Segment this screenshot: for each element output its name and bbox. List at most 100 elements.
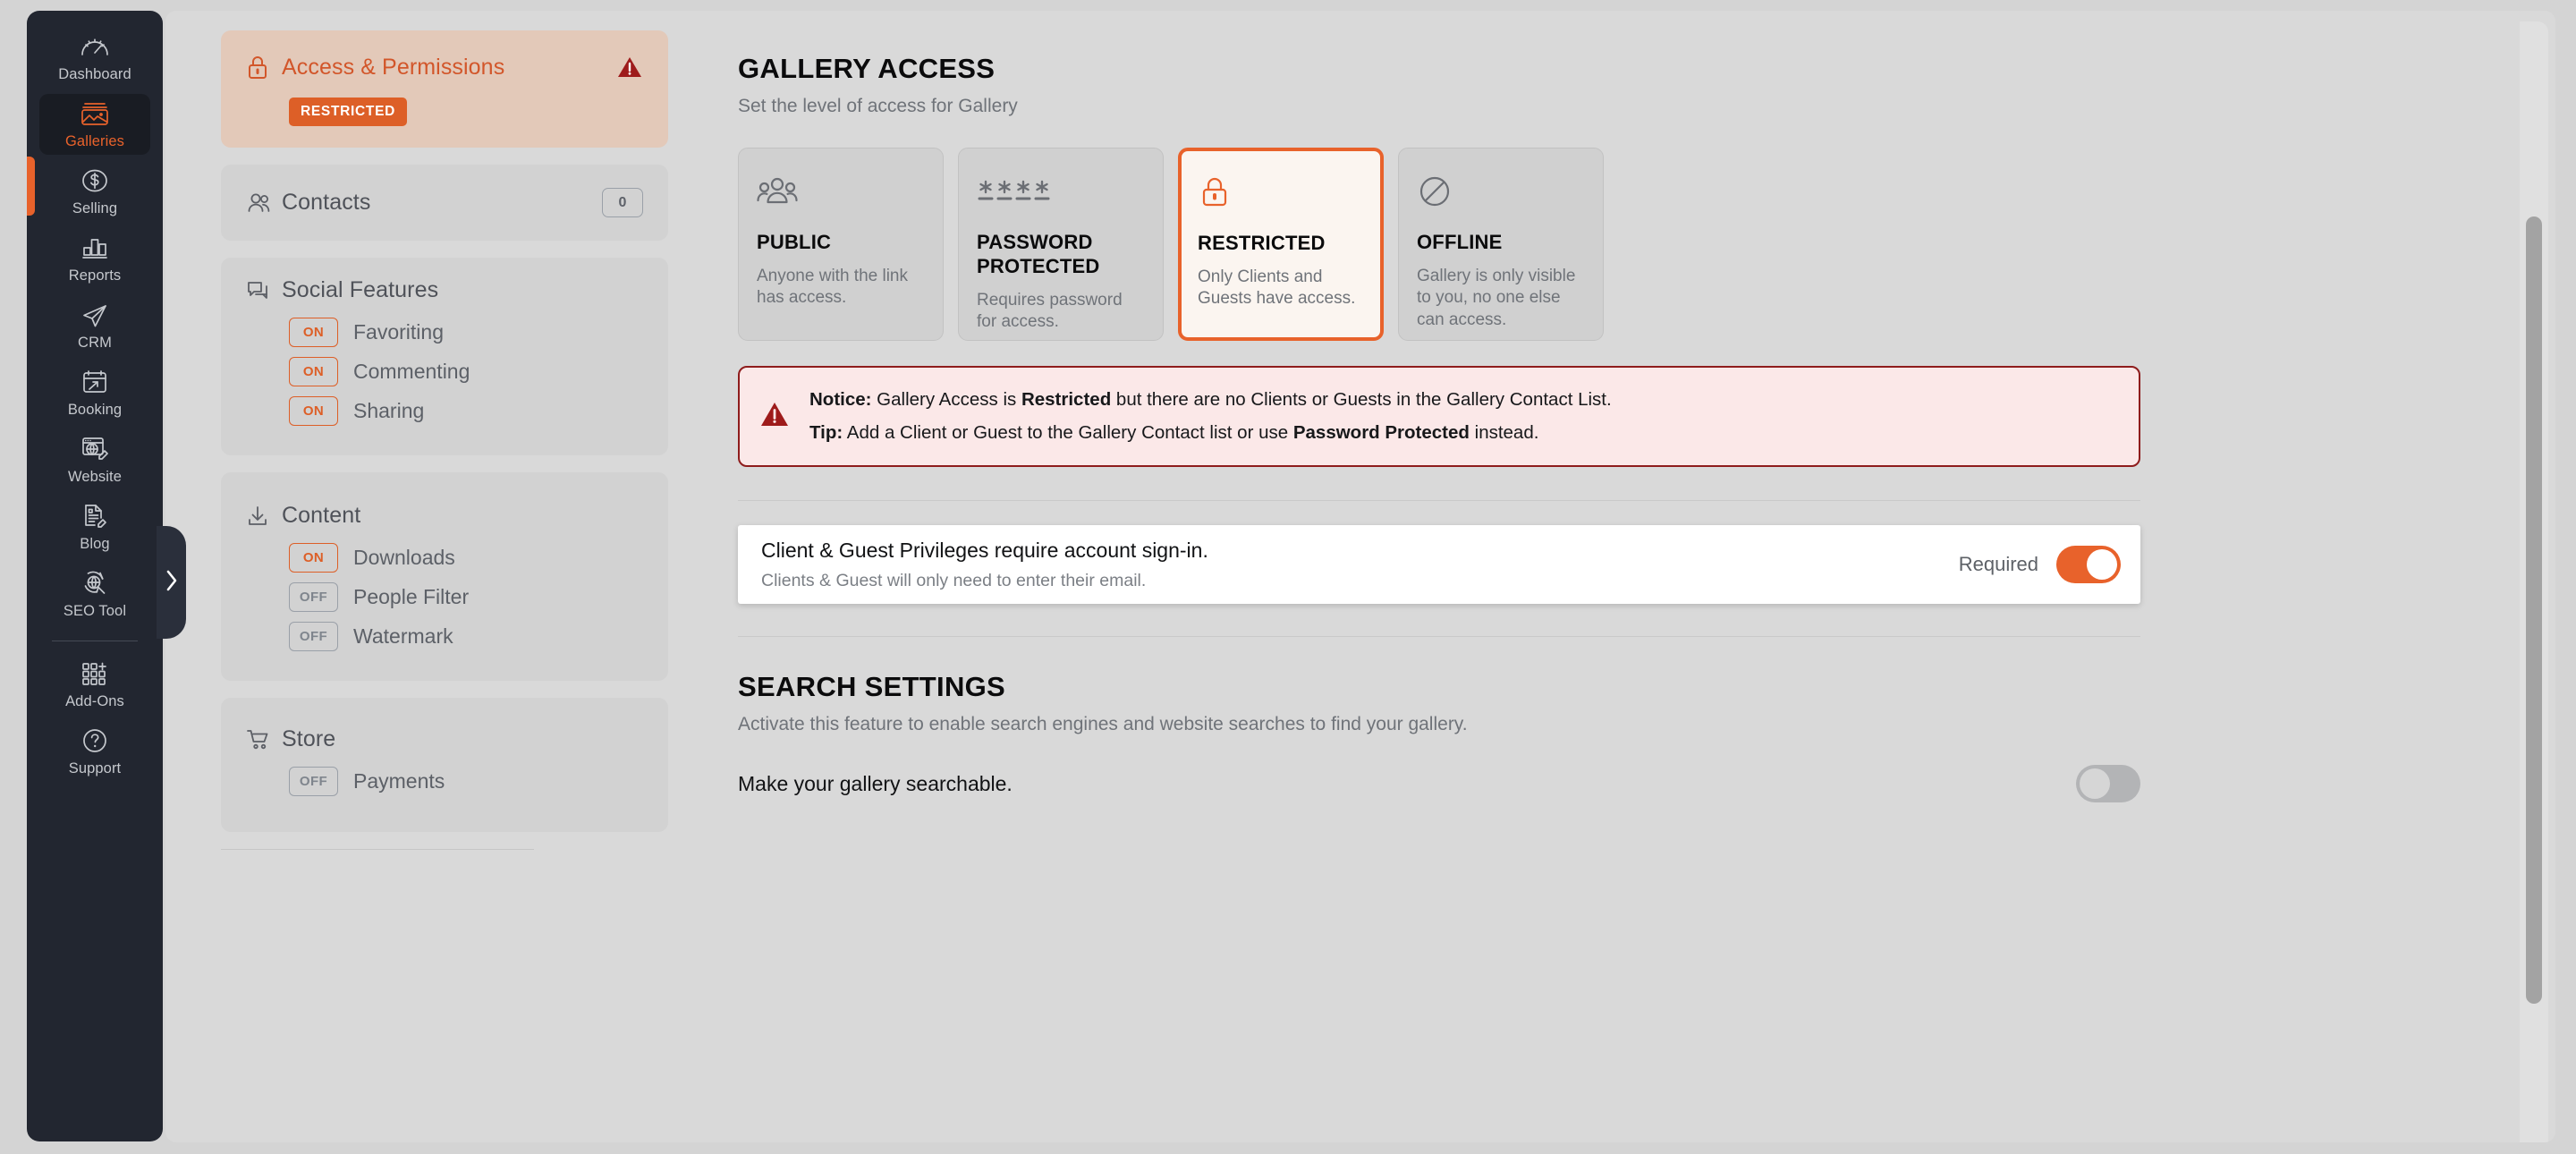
dollar-circle-icon [80,165,109,196]
vertical-scrollbar-thumb[interactable] [2526,216,2542,1004]
sidebar-item-booking[interactable]: Booking [39,362,150,423]
grid-plus-icon [80,658,109,689]
feature-row-payments[interactable]: OFF Payments [289,767,643,796]
panel-title: Contacts [282,190,371,215]
browser-globe-pencil-icon [80,434,109,464]
state-chip: ON [289,318,338,347]
access-option-name: RESTRICTED [1198,232,1326,254]
feature-row-commenting[interactable]: ON Commenting [289,357,643,386]
feature-row-favoriting[interactable]: ON Favoriting [289,318,643,347]
access-option-description: Requires password for access. [977,291,1123,332]
panel-access-permissions[interactable]: Access & Permissions RESTRICTED [221,30,668,148]
panel-content[interactable]: Content ON Downloads OFF People Filter O… [221,472,668,681]
feature-row-sharing[interactable]: ON Sharing [289,396,643,426]
sidebar-item-label: Dashboard [58,66,131,82]
state-chip: OFF [289,582,338,612]
sidebar-item-add-ons[interactable]: Add-Ons [39,654,150,715]
access-option-description: Only Clients and Guests have access. [1198,267,1356,309]
gallery-settings-column: Access & Permissions RESTRICTED Contacts… [221,11,668,1142]
sidebar-item-label: Selling [72,200,118,216]
image-stack-icon [80,98,110,129]
feature-label: Payments [353,769,445,793]
panel-header: Content [246,503,643,529]
privileges-text: Client & Guest Privileges require accoun… [761,539,1959,591]
panel-header: Social Features [246,277,643,303]
password-asterisks-icon [977,168,1145,215]
panel-header: Access & Permissions [246,54,643,81]
privileges-title: Client & Guest Privileges require accoun… [761,538,1208,562]
panel-title: Social Features [282,277,439,302]
sidebar-item-label: Reports [68,267,122,284]
panel-header: Contacts 0 [246,188,643,217]
feature-label: Favoriting [353,320,444,344]
globe-refresh-search-icon [80,568,109,598]
sidebar-item-crm[interactable]: CRM [39,295,150,356]
people-group-icon [757,168,925,215]
access-option-password-protected[interactable]: PASSWORD PROTECTED Requires password for… [958,148,1164,341]
divider-above-privileges [738,500,2140,501]
lock-icon [1198,169,1364,216]
make-gallery-searchable-toggle[interactable] [2076,765,2140,802]
notice-line-2-prefix: Tip: [809,421,843,443]
panel-header: Store [246,726,643,752]
sidebar-item-website[interactable]: Website [39,429,150,490]
sidebar-item-dashboard[interactable]: Dashboard [39,27,150,88]
settings-column-divider [221,849,534,850]
feature-label: Sharing [353,399,425,422]
notice-line-1-a: Gallery Access is [871,389,1021,410]
feature-label: People Filter [353,585,470,608]
panel-store[interactable]: Store OFF Payments [221,698,668,832]
notice-banner: Notice: Gallery Access is Restricted but… [738,366,2140,467]
feature-list: ON Favoriting ON Commenting ON Sharing [289,318,643,426]
sidebar-item-seo-tool[interactable]: SEO Tool [39,564,150,624]
feature-row-people-filter[interactable]: OFF People Filter [289,582,643,612]
feature-label: Downloads [353,546,455,569]
sidebar-item-blog[interactable]: Blog [39,496,150,557]
panel-contacts[interactable]: Contacts 0 [221,165,668,241]
search-settings-title: SEARCH SETTINGS [738,671,1006,702]
sidebar-item-selling[interactable]: Selling [39,161,150,222]
paper-plane-icon [80,300,109,330]
privileges-subtitle: Clients & Guest will only need to enter … [761,570,1147,590]
active-nav-marker [27,157,35,216]
sidebar-item-galleries[interactable]: Galleries [39,94,150,155]
search-settings-row: Make your gallery searchable. [738,765,2140,802]
access-option-restricted[interactable]: RESTRICTED Only Clients and Guests have … [1178,148,1384,341]
notice-line-2-strong: Password Protected [1292,421,1470,443]
vertical-scrollbar-track[interactable] [2520,21,2548,1142]
feature-row-watermark[interactable]: OFF Watermark [289,622,643,651]
question-circle-icon [81,725,108,756]
panel-title: Store [282,726,336,751]
panel-social-features[interactable]: Social Features ON Favoriting ON Comment… [221,258,668,455]
access-option-public[interactable]: PUBLIC Anyone with the link has access. [738,148,944,341]
sidebar-collapse-button[interactable] [157,526,186,639]
access-option-name: PASSWORD PROTECTED [977,231,1100,278]
gallery-access-main: GALLERY ACCESS Set the level of access f… [738,11,2437,1142]
access-option-name: PUBLIC [757,231,832,253]
chat-bubbles-icon [246,279,282,302]
divider-above-search-settings [738,636,2140,637]
calendar-arrow-icon [81,367,108,397]
sidebar-item-reports[interactable]: Reports [39,228,150,289]
toggle-knob [2080,768,2110,799]
sidebar-item-label: Blog [80,536,110,552]
feature-row-downloads[interactable]: ON Downloads [289,543,643,573]
access-option-description: Anyone with the link has access. [757,267,908,308]
privileges-card: Client & Guest Privileges require accoun… [738,525,2140,604]
sidebar-item-support[interactable]: Support [39,721,150,782]
contacts-count-badge: 0 [602,188,643,217]
panel-title: Content [282,503,361,528]
warning-triangle-icon [616,54,643,81]
sidebar-item-label: Support [68,760,122,776]
notice-line-2: Tip: Add a Client or Guest to the Galler… [809,421,1612,443]
lock-icon [246,54,282,81]
search-settings-subtitle: Activate this feature to enable search e… [738,714,1468,734]
page-title: GALLERY ACCESS [738,53,996,84]
privileges-required-toggle[interactable] [2056,546,2121,583]
page-subtitle: Set the level of access for Gallery [738,96,1018,116]
access-level-options: PUBLIC Anyone with the link has access. [738,148,2437,341]
access-option-description: Gallery is only visible to you, no one e… [1417,267,1576,329]
access-option-offline[interactable]: OFFLINE Gallery is only visible to you, … [1398,148,1604,341]
main-sidebar: Dashboard Galleries Selling Reports CRM [27,11,163,1141]
state-chip: ON [289,543,338,573]
